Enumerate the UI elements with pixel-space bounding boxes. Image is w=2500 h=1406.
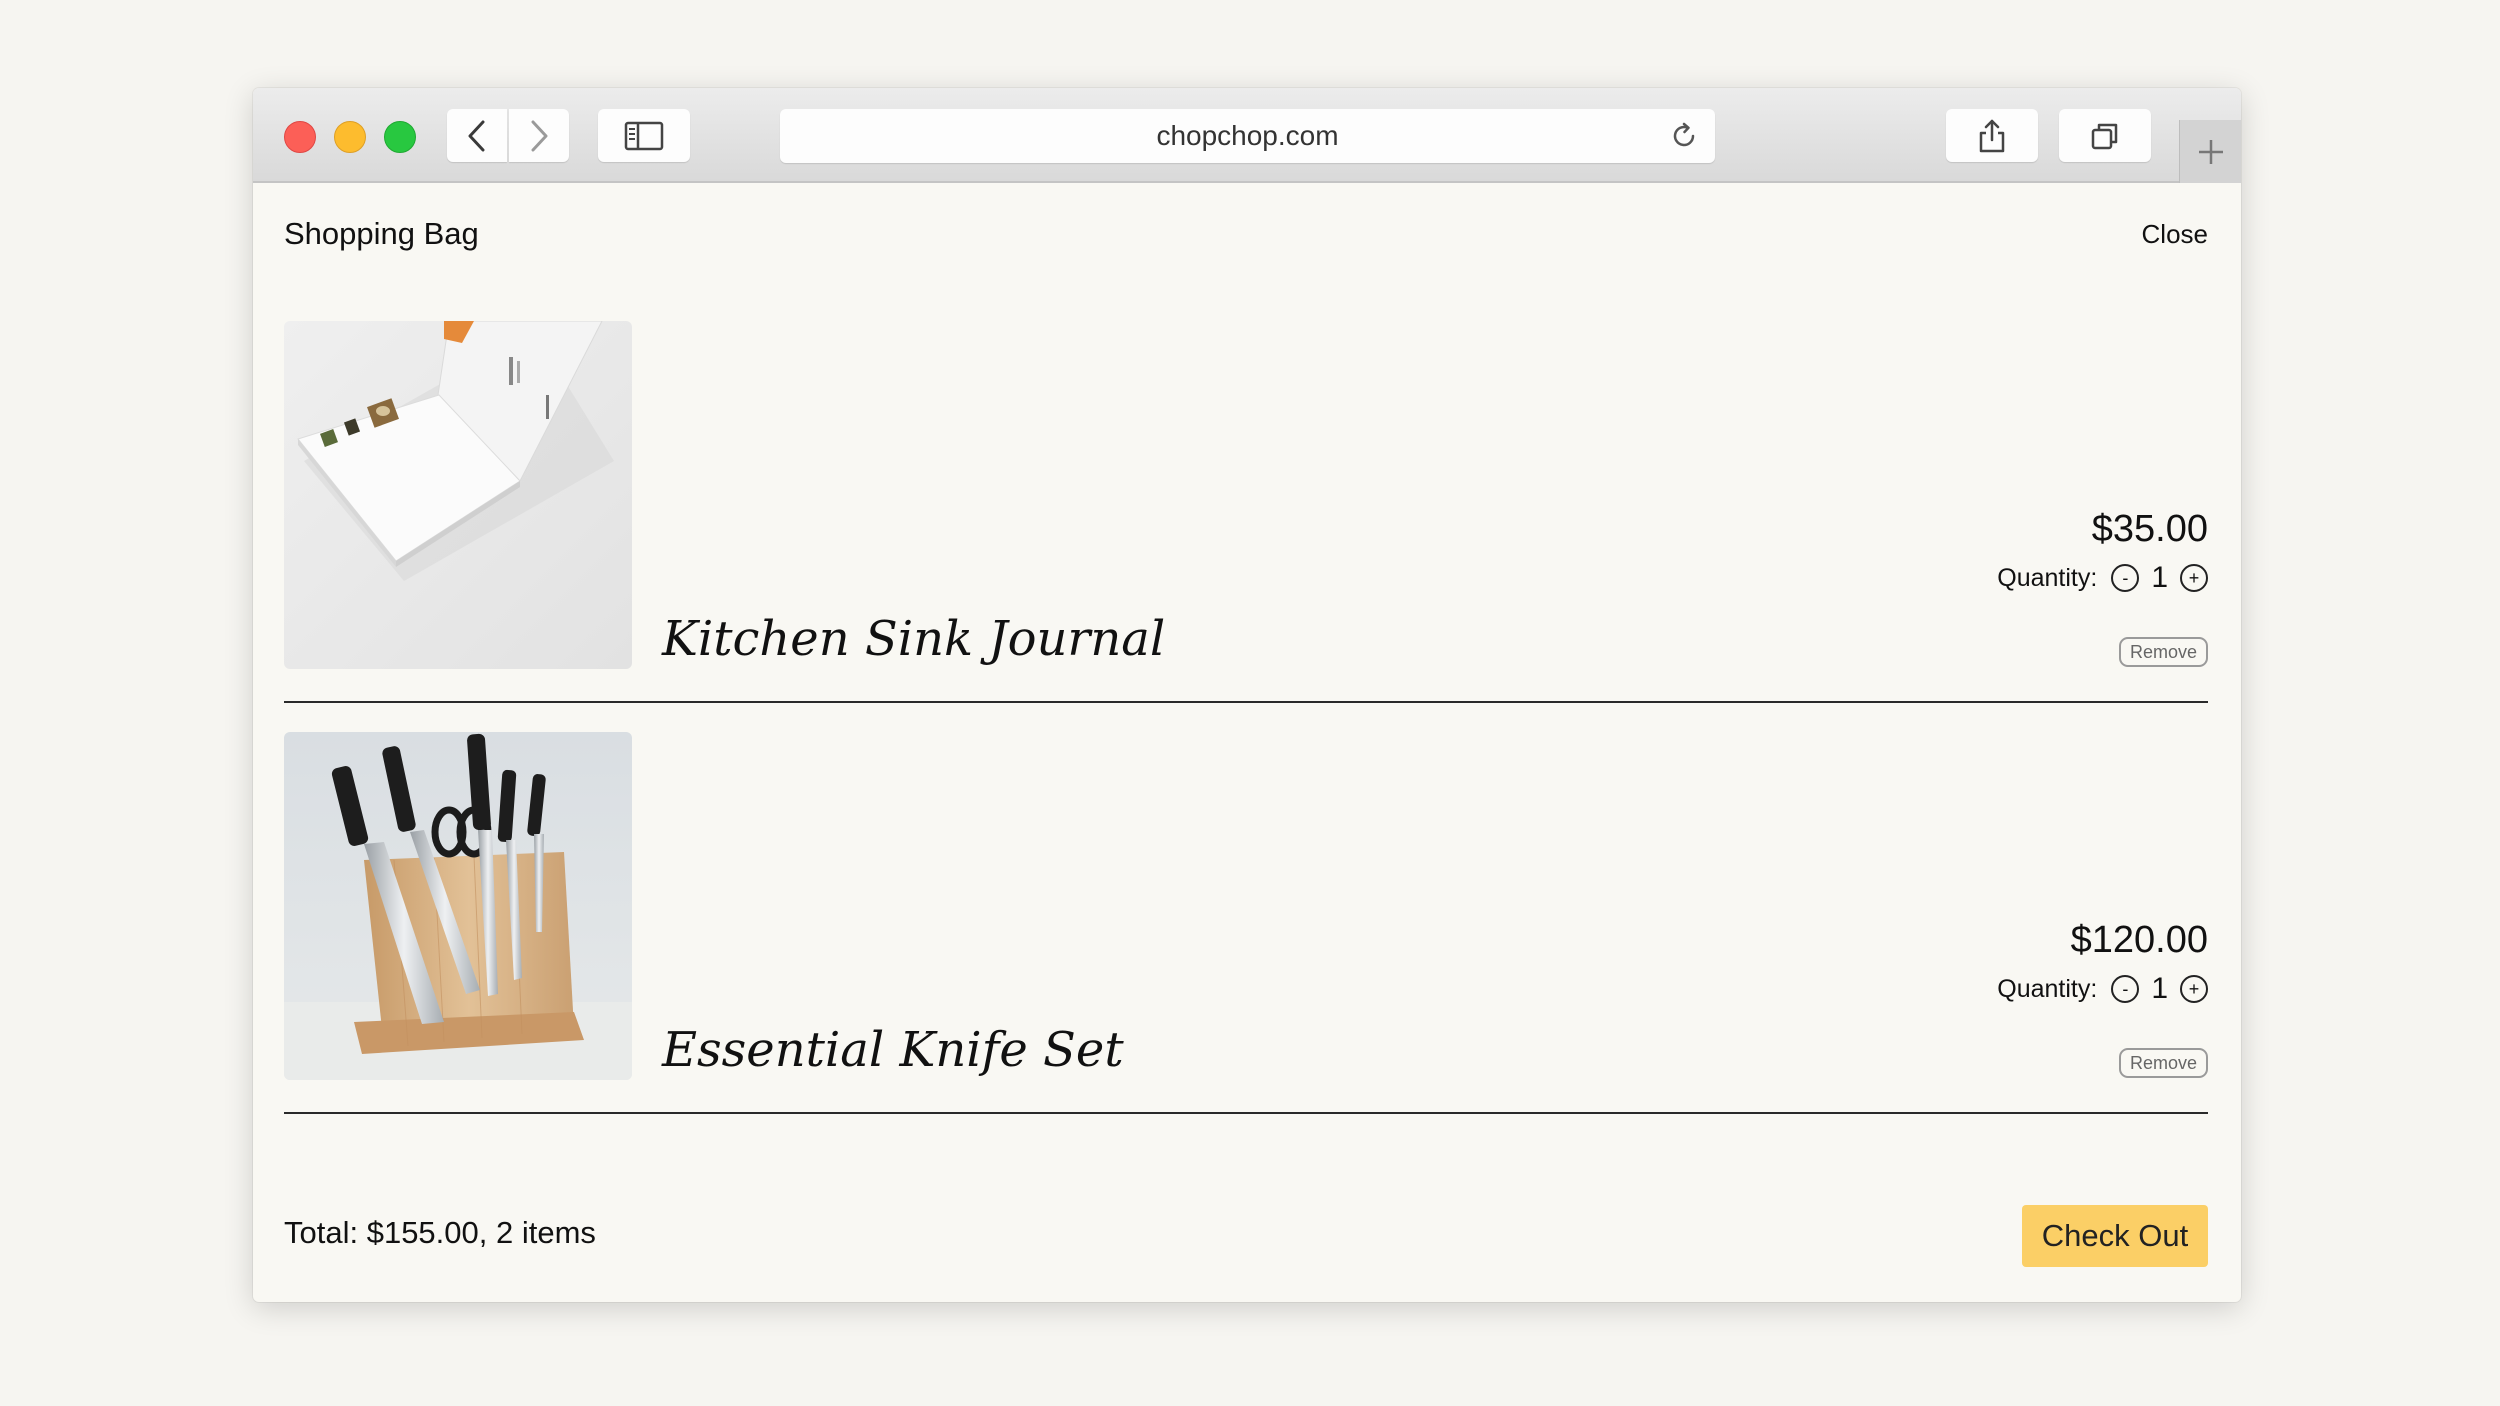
browser-toolbar: chopchop.com [253,88,2241,183]
plus-icon [2198,139,2223,164]
zoom-window-button[interactable] [384,121,416,153]
product-price: $120.00 [2070,919,2208,961]
product-image-knife-set[interactable] [284,732,632,1080]
close-window-button[interactable] [284,121,316,153]
browser-window: chopchop.com Shopping Bag Close Kitchen … [253,88,2241,1302]
product-image-journal[interactable] [284,321,632,669]
page-title: Shopping Bag [284,216,479,251]
quantity-stepper: Quantity: - 1 + [1997,561,2208,595]
cart-item: Essential Knife Set $120.00 Quantity: - … [284,732,2208,1114]
remove-button[interactable]: Remove [2118,1048,2208,1078]
minimize-window-button[interactable] [334,121,366,153]
address-bar[interactable]: chopchop.com [780,109,1715,163]
product-name[interactable]: Essential Knife Set [662,1022,1124,1078]
chevron-left-icon [468,120,485,151]
product-price: $35.00 [2091,508,2208,550]
tabs-icon [2091,123,2118,149]
increment-button[interactable]: + [2180,975,2208,1003]
checkout-button[interactable]: Check Out [2022,1205,2208,1267]
reload-icon[interactable] [1669,121,1699,151]
shopping-bag-page: Shopping Bag Close Kitchen Sink Journal … [253,183,2241,1302]
increment-button[interactable]: + [2180,564,2208,592]
sidebar-toggle-button[interactable] [598,109,690,162]
cart-item: Kitchen Sink Journal $35.00 Quantity: - … [284,321,2208,703]
decrement-button[interactable]: - [2111,975,2140,1003]
quantity-value: 1 [2151,972,2168,1005]
quantity-stepper: Quantity: - 1 + [1997,972,2208,1006]
url-text: chopchop.com [1156,120,1339,151]
decrement-button[interactable]: - [2111,564,2140,592]
new-tab-button[interactable] [2179,120,2241,183]
forward-button[interactable] [509,109,569,162]
quantity-value: 1 [2151,561,2168,594]
share-button[interactable] [1946,109,2038,162]
tabs-overview-button[interactable] [2059,109,2151,162]
sidebar-icon [624,121,664,150]
quantity-label: Quantity: [1997,563,2098,592]
product-name[interactable]: Kitchen Sink Journal [662,611,1165,667]
order-total: Total: $155.00, 2 items [284,1215,596,1250]
remove-button[interactable]: Remove [2118,637,2208,667]
share-icon [1979,119,2005,152]
item-divider [284,701,2208,703]
close-link[interactable]: Close [2142,219,2208,250]
chevron-right-icon [531,120,548,151]
back-button[interactable] [447,109,507,162]
quantity-label: Quantity: [1997,974,2098,1003]
item-divider [284,1112,2208,1114]
